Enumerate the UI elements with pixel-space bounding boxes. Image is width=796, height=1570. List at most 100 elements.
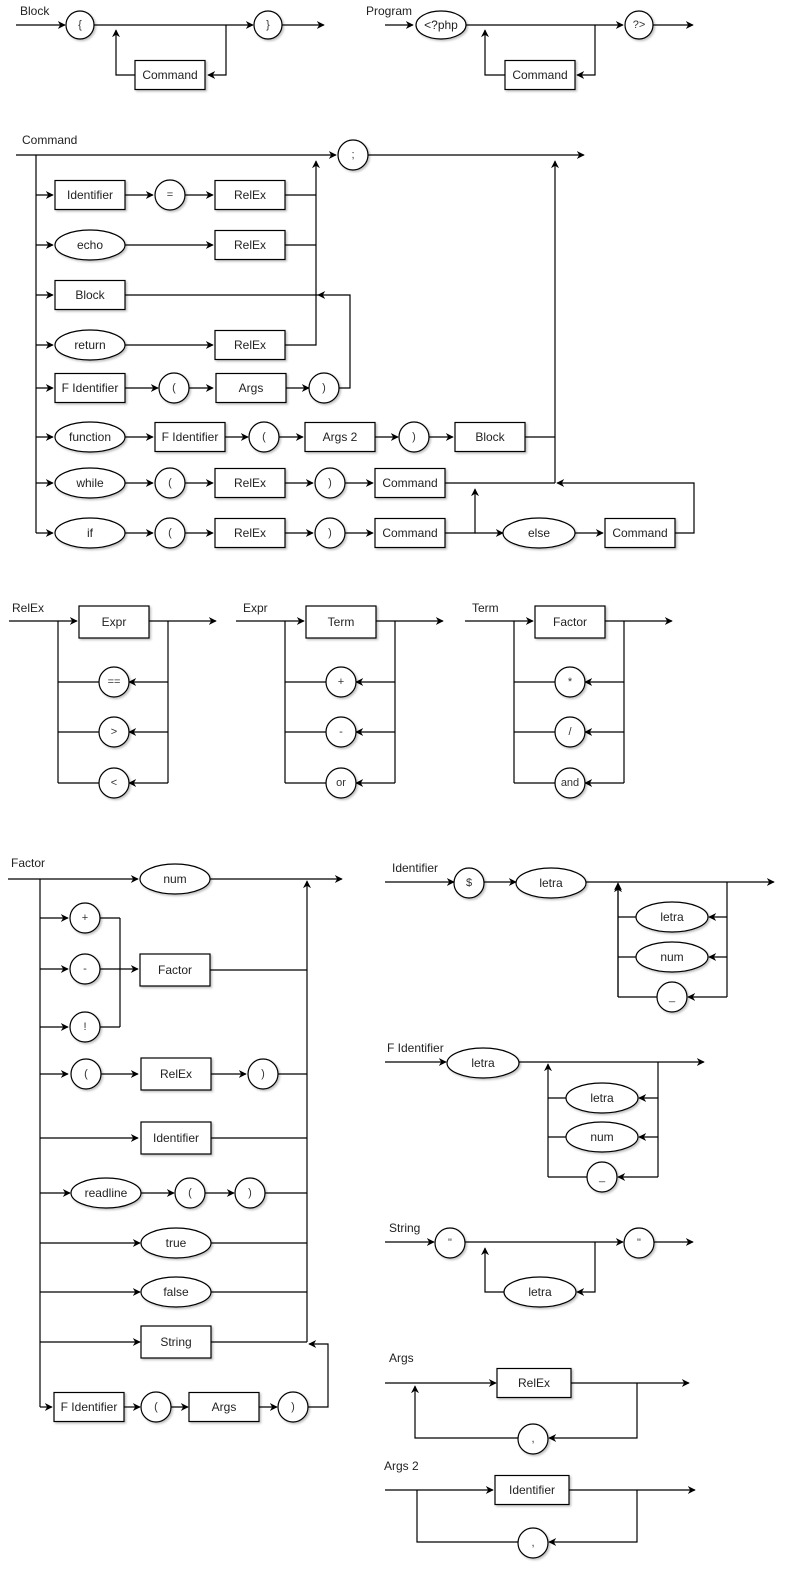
terminal-circle: == [98,666,130,698]
terminal-circle: , [517,1423,549,1455]
rule-title: String [389,1221,420,1235]
terminal-label: ) [328,527,332,539]
nonterminal-label: F Identifier [62,381,119,395]
nonterminal-label: RelEx [234,338,266,352]
terminal-circle: ( [70,1058,102,1090]
connector [57,621,169,783]
terminal-label: ) [248,1187,252,1199]
nonterminal-box: Command [604,517,676,549]
terminal-ellipse: letra [635,901,709,933]
terminal-circle: " [623,1227,655,1259]
nonterminal-box: RelEx [214,229,286,261]
terminal-label: num [163,872,186,886]
terminal-circle: , [517,1527,549,1559]
nonterminal-label: RelEx [234,238,266,252]
terminal-label: ! [83,1021,86,1033]
nonterminal-label: Expr [102,615,127,629]
rule-title: Program [366,4,412,18]
connector [481,29,505,76]
terminal-ellipse: true [140,1227,212,1259]
terminal-label: , [531,1537,534,1549]
terminal-label: ( [172,382,176,394]
nonterminal-box: RelEx [214,517,286,549]
terminal-label: true [166,1236,187,1250]
nodes: Block {} Command Program <?php ?> Command Comma… [11,4,709,1559]
nonterminal-box: F Identifier [53,1391,125,1423]
nonterminal-label: RelEx [160,1067,192,1081]
terminal-ellipse: <?php [415,10,467,40]
terminal-label: * [568,676,573,688]
terminal-label: ( [262,431,266,443]
terminal-label: letra [539,876,563,890]
nonterminal-label: Args [239,381,264,395]
nonterminal-box: Block [454,421,526,453]
terminal-label: { [78,19,82,31]
terminal-label: ?> [633,19,646,31]
connector [481,1247,504,1293]
terminal-label: " [448,1237,452,1249]
terminal-ellipse: else [502,517,576,549]
terminal-ellipse: num [139,863,211,895]
nonterminal-box: Expr [78,605,150,639]
nonterminal-label: Command [612,526,667,540]
rule-title: Args 2 [384,1459,419,1473]
nonterminal-box: RelEx [214,467,286,499]
terminal-label: letra [471,1056,495,1070]
nonterminal-box: Identifier [140,1121,212,1155]
terminal-circle: - [69,953,101,985]
terminal-circle: " [434,1227,466,1259]
connector [284,621,396,783]
terminal-label: while [75,476,104,490]
nonterminal-label: Args [212,1400,237,1414]
terminal-circle: ) [314,467,346,499]
nonterminal-box: Identifier [54,179,126,211]
terminal-circle: ) [308,372,340,404]
nonterminal-box: RelEx [214,179,286,211]
terminal-label: ) [412,431,416,443]
nonterminal-label: Command [382,526,437,540]
syntax-diagram-canvas: Block {} Command Program <?php ?> Command Comma… [0,0,796,1570]
terminal-label: , [531,1433,534,1445]
nonterminal-label: F Identifier [61,1400,118,1414]
terminal-circle: / [554,716,586,748]
terminal-circle: } [253,10,283,40]
nonterminal-label: Command [512,68,567,82]
nonterminal-label: Factor [553,615,587,629]
nonterminal-box: Factor [534,605,606,639]
terminal-circle: ) [234,1177,266,1209]
terminal-ellipse: while [54,467,126,499]
nonterminal-box: Factor [139,953,211,987]
nonterminal-label: RelEx [234,476,266,490]
nonterminal-box: Command [374,467,446,499]
terminal-circle: ) [398,421,430,453]
terminal-label: ) [322,382,326,394]
rule-title: Identifier [392,861,438,875]
terminal-label: " [637,1237,641,1249]
terminal-ellipse: if [54,517,126,549]
terminal-ellipse: function [54,421,126,453]
terminal-circle: ( [248,421,280,453]
nonterminal-label: Command [382,476,437,490]
terminal-label: ) [261,1068,265,1080]
terminal-circle: - [325,716,357,748]
terminal-circle: ?> [624,10,654,40]
nonterminal-box: Command [374,517,446,549]
terminal-label: - [83,963,87,975]
terminal-label: _ [598,1171,606,1183]
nonterminal-box: Args 2 [304,421,376,453]
terminal-label: num [590,1130,613,1144]
terminal-label: else [528,526,550,540]
nonterminal-label: Block [75,288,105,302]
nonterminal-box: Command [134,59,206,91]
nonterminal-box: Command [504,59,576,91]
terminal-ellipse: letra [446,1047,520,1079]
nonterminal-label: RelEx [234,526,266,540]
terminal-circle: and [554,767,586,799]
terminal-label: ( [168,527,172,539]
terminal-label: _ [668,991,676,1003]
terminal-label: - [339,726,343,738]
nonterminal-label: Command [142,68,197,82]
terminal-label: == [108,676,121,688]
nonterminal-box: RelEx [496,1367,572,1399]
terminal-label: = [167,189,173,201]
